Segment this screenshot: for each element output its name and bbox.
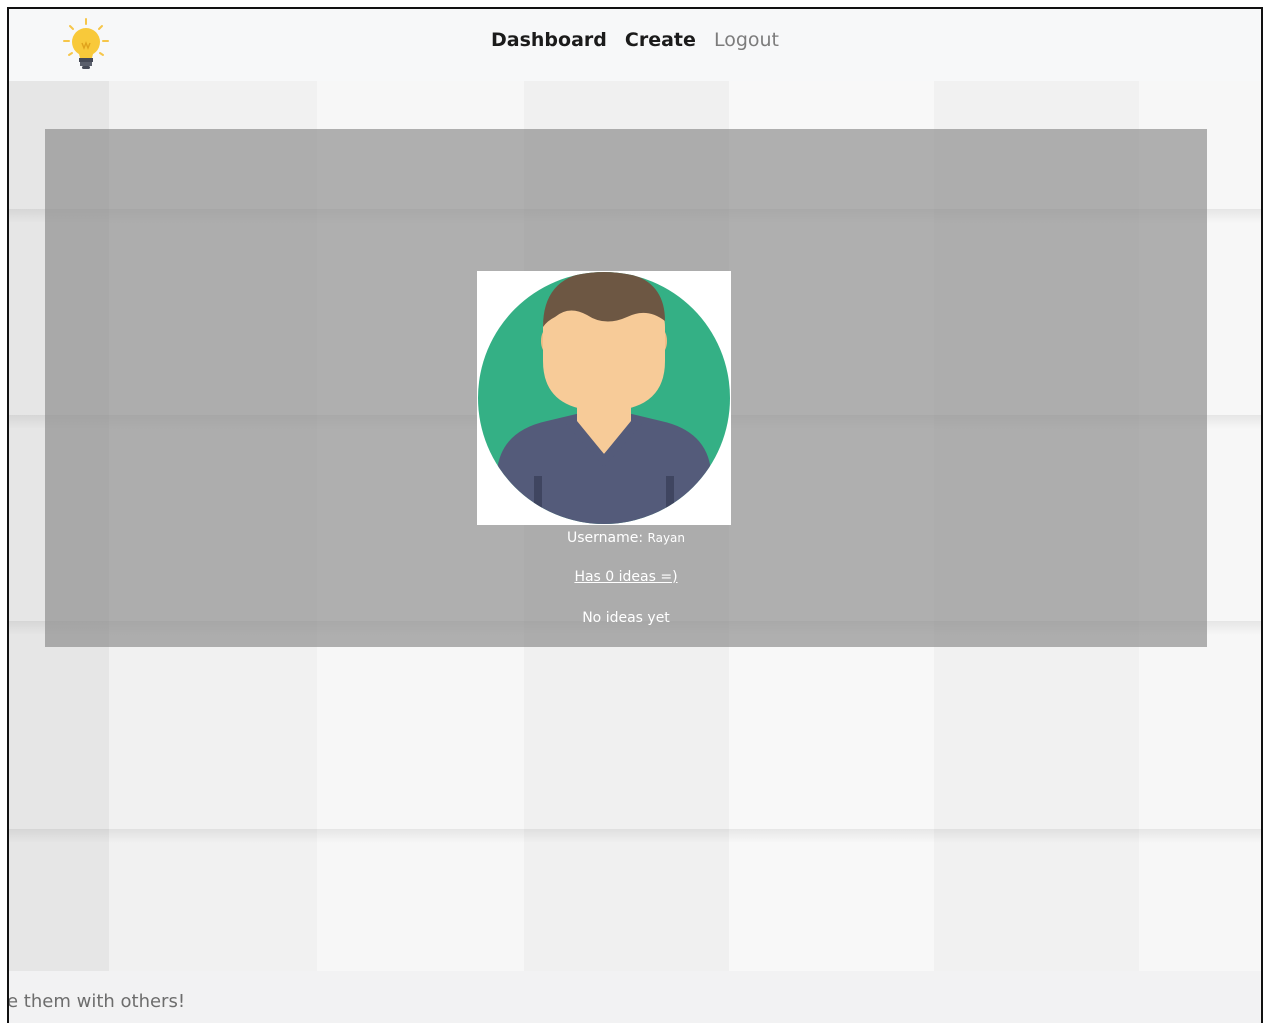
navbar: Dashboard Create Logout	[9, 9, 1261, 81]
background-fold	[9, 829, 1261, 843]
nav-create-link[interactable]: Create	[625, 29, 696, 51]
username-label: Username:	[566, 530, 644, 546]
footer: e them with others!	[9, 971, 1261, 1023]
empty-ideas-message: No ideas yet	[582, 610, 670, 626]
username-value: Rayan	[647, 531, 686, 545]
username-line: Username: Rayan	[45, 530, 1207, 546]
footer-tagline: e them with others!	[7, 991, 186, 1012]
ideas-count-link[interactable]: Has 0 ideas =)	[574, 569, 677, 585]
nav-dashboard-link[interactable]: Dashboard	[491, 29, 607, 51]
user-avatar	[477, 271, 731, 525]
profile-panel: Username: Rayan Has 0 ideas =) No ideas …	[45, 129, 1207, 647]
browser-viewport: Dashboard Create Logout Username: Rayan …	[7, 7, 1263, 1023]
nav-logout-link[interactable]: Logout	[714, 29, 779, 51]
ideas-count-line: Has 0 ideas =)	[45, 569, 1207, 585]
main-nav: Dashboard Create Logout	[9, 29, 1261, 51]
